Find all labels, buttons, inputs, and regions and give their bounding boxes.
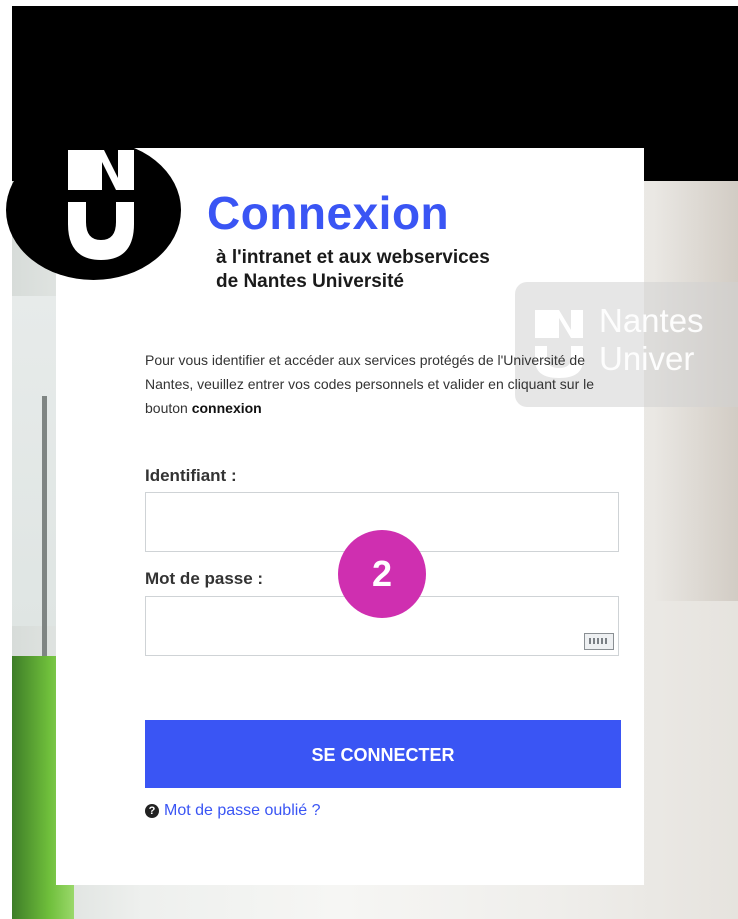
forgot-password-label: Mot de passe oublié ? — [164, 802, 321, 819]
forgot-password-link[interactable]: ? Mot de passe oublié ? — [145, 802, 321, 820]
nantes-universite-logo-icon — [6, 140, 181, 280]
subtitle-line-2: de Nantes Université — [216, 271, 404, 292]
virtual-keyboard-icon[interactable] — [584, 633, 614, 650]
intro-text: Pour vous identifier et accéder aux serv… — [145, 348, 625, 420]
username-label: Identifiant : — [145, 466, 237, 485]
subtitle-line-1: à l'intranet et aux webservices — [216, 247, 490, 268]
login-button[interactable]: SE CONNECTER — [145, 720, 621, 788]
watermark-line-1: Nantes — [599, 302, 704, 339]
page-subtitle: à l'intranet et aux webservices de Nante… — [216, 246, 490, 294]
intro-text-bold: connexion — [191, 400, 262, 416]
question-circle-icon: ? — [145, 804, 159, 818]
step-badge: 2 — [338, 530, 426, 618]
password-label: Mot de passe : — [145, 569, 264, 588]
page-title: Connexion — [207, 187, 450, 239]
